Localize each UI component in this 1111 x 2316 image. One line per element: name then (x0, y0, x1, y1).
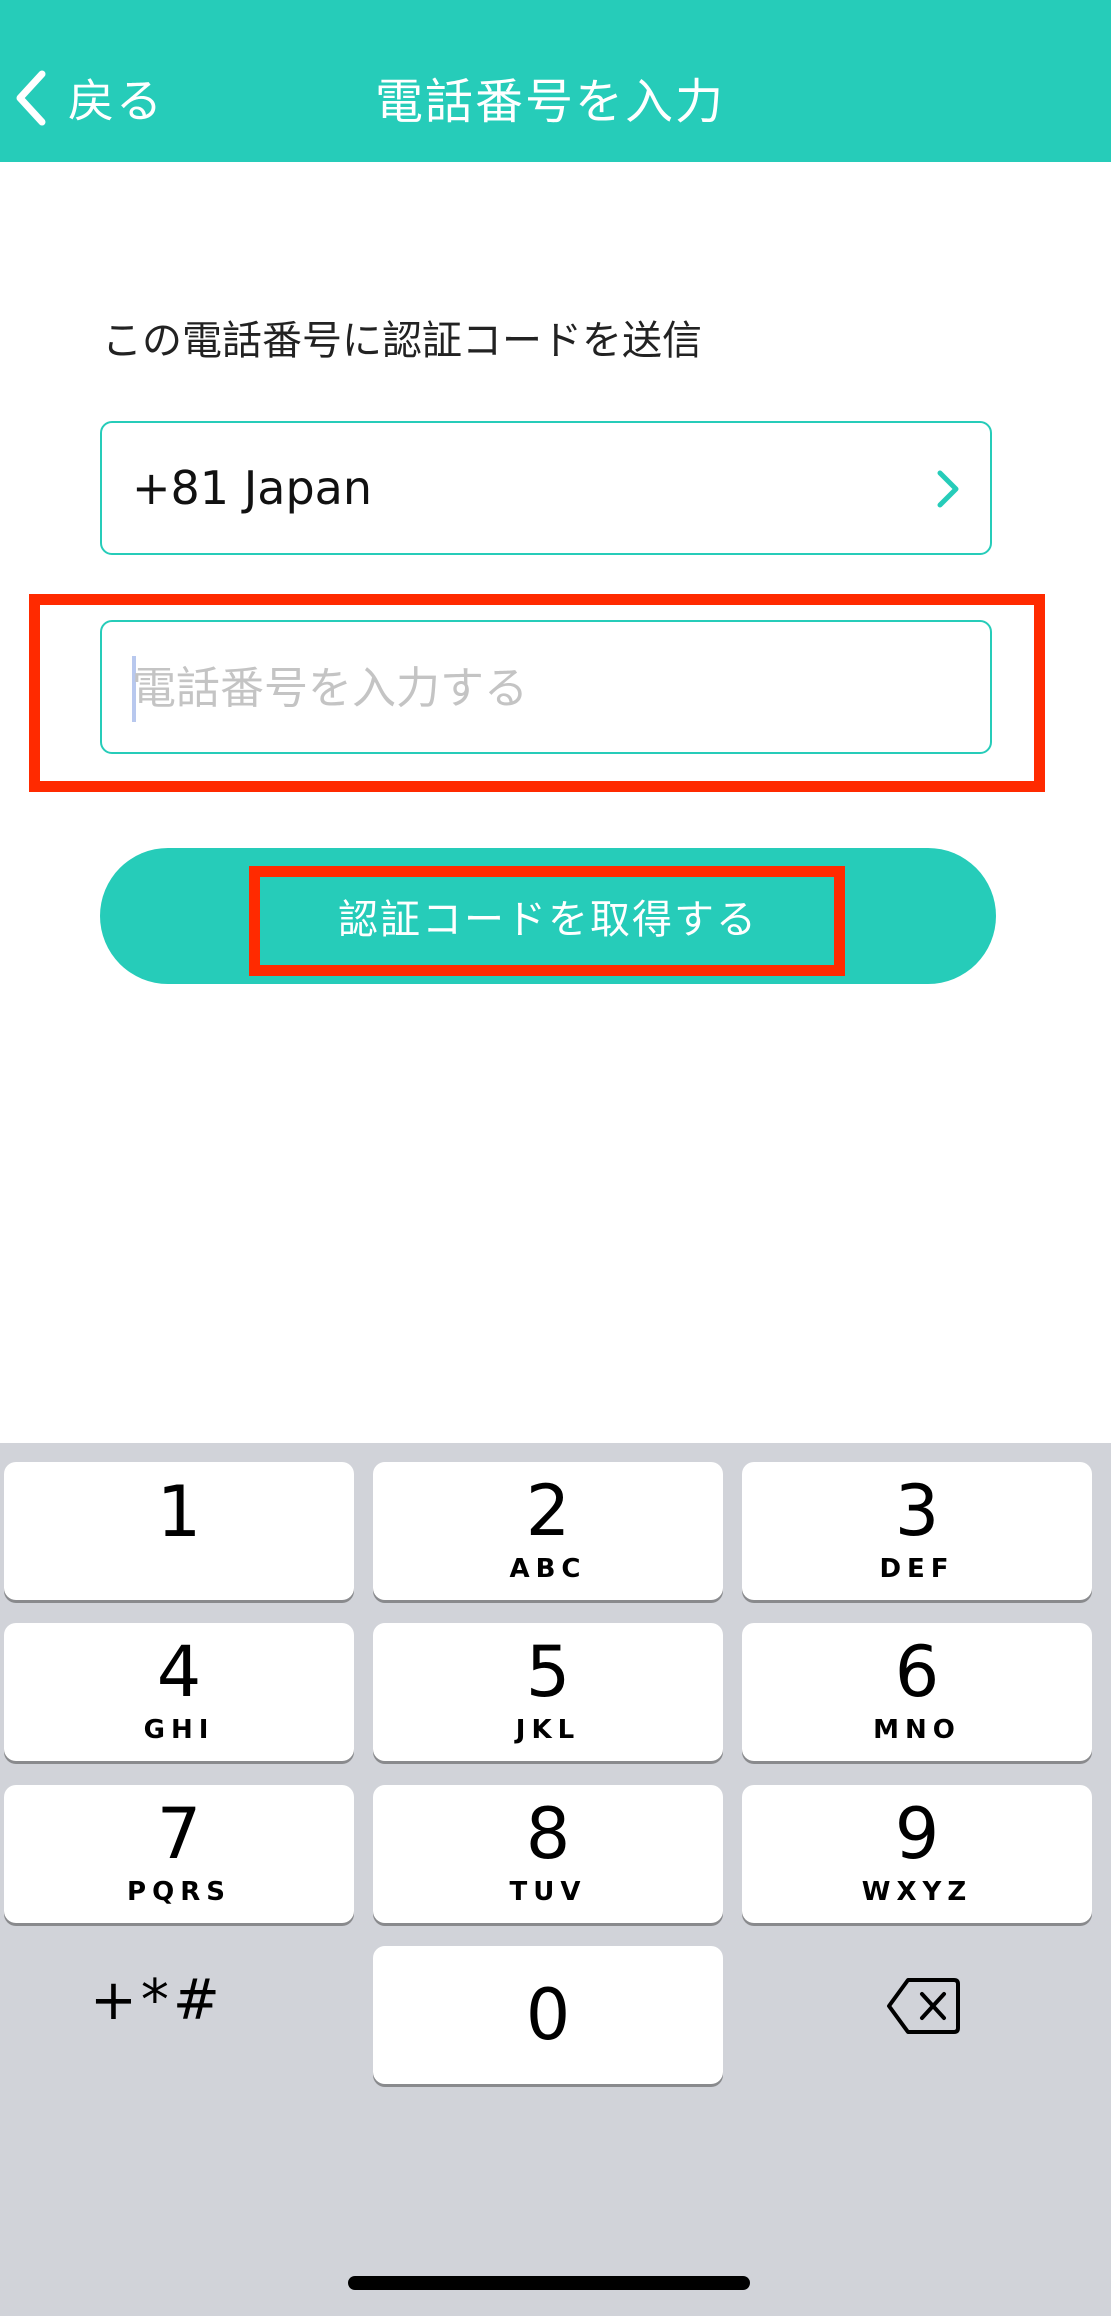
key-0[interactable]: 0 (373, 1946, 723, 2084)
key-5-digit: 5 (525, 1631, 571, 1713)
key-6-digit: 6 (894, 1631, 940, 1713)
key-0-digit: 0 (525, 1974, 571, 2056)
phone-field[interactable] (100, 620, 992, 754)
key-8-digit: 8 (525, 1793, 571, 1875)
key-9[interactable]: 9 WXYZ (742, 1785, 1092, 1923)
key-3[interactable]: 3 DEF (742, 1462, 1092, 1600)
key-8-letters: TUV (509, 1877, 587, 1907)
instruction-text: この電話番号に認証コードを送信 (102, 318, 702, 364)
key-5-letters: JKL (515, 1715, 581, 1745)
key-9-digit: 9 (894, 1793, 940, 1875)
key-1-digit: 1 (156, 1471, 202, 1553)
key-4[interactable]: 4 GHI (4, 1623, 354, 1761)
phone-number-input[interactable] (132, 650, 952, 726)
key-7-digit: 7 (156, 1793, 202, 1875)
home-indicator (348, 2276, 750, 2290)
key-3-letters: DEF (879, 1554, 955, 1584)
key-6[interactable]: 6 MNO (742, 1623, 1092, 1761)
delete-key[interactable] (886, 1976, 960, 2040)
backspace-icon (887, 1978, 960, 2034)
key-9-letters: WXYZ (861, 1877, 973, 1907)
country-label: +81 Japan (132, 461, 372, 515)
key-7[interactable]: 7 PQRS (4, 1785, 354, 1923)
key-4-letters: GHI (143, 1715, 215, 1745)
key-7-letters: PQRS (127, 1877, 231, 1907)
key-2-digit: 2 (525, 1470, 571, 1552)
key-6-letters: MNO (873, 1715, 961, 1745)
chevron-right-icon (937, 470, 959, 508)
button-label-highlight (249, 866, 845, 976)
key-8[interactable]: 8 TUV (373, 1785, 723, 1923)
key-2-letters: ABC (509, 1554, 587, 1584)
key-5[interactable]: 5 JKL (373, 1623, 723, 1761)
key-3-digit: 3 (894, 1470, 940, 1552)
key-2[interactable]: 2 ABC (373, 1462, 723, 1600)
key-symbols[interactable]: +*# (90, 1968, 224, 2033)
key-1[interactable]: 1 (4, 1462, 354, 1600)
key-4-digit: 4 (156, 1631, 202, 1713)
nav-bar: 戻る 電話番号を入力 (0, 0, 1111, 162)
page-title: 電話番号を入力 (374, 74, 725, 130)
country-select[interactable]: +81 Japan (100, 421, 992, 555)
